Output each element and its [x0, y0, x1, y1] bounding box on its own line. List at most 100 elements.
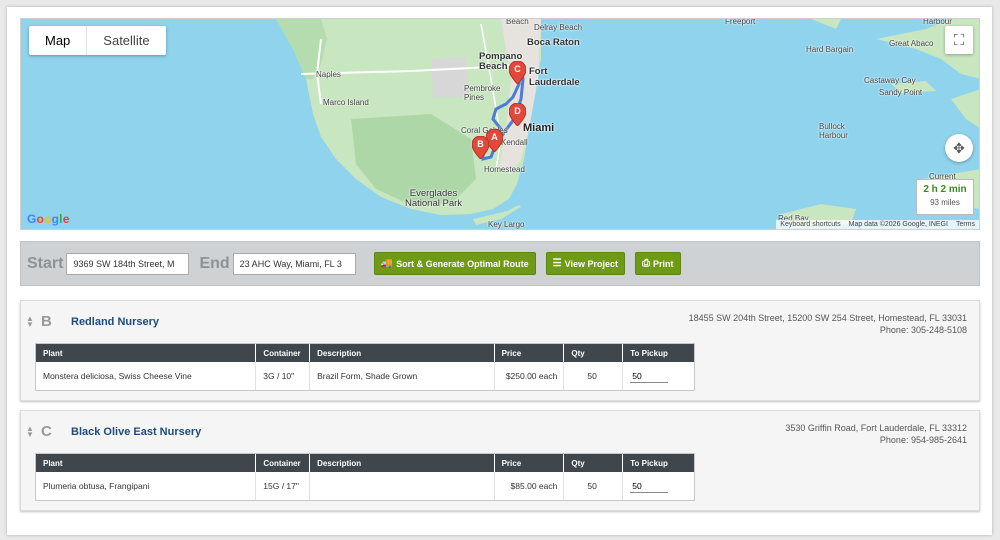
fullscreen-button[interactable]: ⛶ — [945, 26, 973, 54]
truck-icon: 🚚 — [380, 258, 394, 269]
drag-handle-icon[interactable]: ▲ ▼ — [25, 424, 35, 438]
place-great-abaco: Great Abaco — [889, 39, 934, 48]
col-pickup: To Pickup — [630, 458, 668, 468]
place-kendall: Kendall — [501, 138, 528, 147]
col-description: Description — [310, 344, 495, 362]
print-button-label: Print — [652, 258, 674, 269]
place-beach: Beach — [506, 18, 529, 26]
sort-button-label: Sort & Generate Optimal Route — [396, 258, 529, 269]
col-container: Container — [256, 454, 311, 472]
nursery-address-block: 18455 SW 204th Street, 15200 SW 254 Stre… — [689, 312, 967, 336]
col-qty: Qty — [564, 454, 624, 472]
map-marker-b[interactable]: B — [472, 136, 489, 159]
cell-price: $250.00 each — [495, 362, 565, 390]
nursery-header: ▲ ▼ B Redland Nursery — [25, 313, 159, 330]
list-icon: ☰ — [552, 258, 562, 269]
route-distance: 93 miles — [930, 198, 960, 207]
print-button[interactable]: ⎙ Print — [634, 252, 681, 275]
table-header: Plant Container Description Price Qty To… — [36, 344, 694, 362]
col-container: Container — [256, 344, 311, 362]
place-pembroke-pines: Pembroke Pines — [464, 84, 501, 102]
view-project-button[interactable]: ☰ View Project — [545, 252, 625, 275]
nursery-address: 3530 Griffin Road, Fort Lauderdale, FL 3… — [785, 423, 967, 433]
place-delray-beach: Delray Beach — [534, 23, 583, 32]
plant-table: Plant Container Description Price Qty To… — [35, 343, 695, 391]
start-label: Start — [27, 254, 64, 272]
cell-plant: Plumeria obtusa, Frangipani — [36, 472, 257, 500]
place-key-largo: Key Largo — [488, 220, 525, 229]
place-sandy-point: Sandy Point — [879, 88, 923, 97]
place-boca-raton: Boca Raton — [527, 37, 580, 48]
nursery-card: ▲ ▼ B Redland Nursery 18455 SW 204th Stre… — [20, 300, 980, 401]
nursery-header: ▲ ▼ C Black Olive East Nursery — [25, 423, 201, 440]
cell-plant: Monstera deliciosa, Swiss Cheese Vine — [36, 362, 257, 390]
plant-table: Plant Container Description Price Qty To… — [35, 453, 695, 501]
map-marker-d[interactable]: D — [509, 103, 526, 126]
map-type-map-tab[interactable]: Map — [29, 26, 88, 55]
marker-c-label: C — [514, 64, 521, 74]
col-qty: Qty — [564, 344, 624, 362]
route-map[interactable]: Map Satellite ⛶ ✥ 2 h 2 min 93 miles Nap… — [20, 18, 980, 230]
route-time: 2 h 2 min — [923, 184, 967, 195]
col-description: Description — [310, 454, 495, 472]
printer-icon: ⎙ — [641, 258, 650, 269]
route-toolbar: Start 9369 SW 184th Street, M End 23 AHC… — [20, 241, 980, 286]
nursery-name[interactable]: Black Olive East Nursery — [71, 426, 201, 438]
map-attribution: Keyboard shortcuts Map data ©2026 Google… — [776, 220, 979, 229]
nursery-letter: B — [41, 313, 52, 330]
start-address-input[interactable]: 9369 SW 184th Street, M — [66, 252, 190, 275]
place-miami: Miami — [523, 122, 555, 134]
terms-link[interactable]: Terms — [956, 221, 975, 228]
nursery-phone: Phone: 305-248-5108 — [879, 325, 967, 335]
cell-qty: 50 — [564, 362, 624, 390]
fullscreen-icon: ⛶ — [953, 31, 965, 49]
nursery-name[interactable]: Redland Nursery — [71, 316, 159, 328]
place-castaway-cay: Castaway Cay — [864, 76, 916, 85]
table-row: Plumeria obtusa, Frangipani 15G / 17" $8… — [36, 472, 694, 500]
end-address-input[interactable]: 23 AHC Way, Miami, FL 3 — [232, 252, 356, 275]
place-current: Current — [929, 172, 956, 181]
cell-qty: 50 — [564, 472, 624, 500]
col-price: Price — [495, 344, 565, 362]
place-bullock-harbour: Bullock Harbour — [819, 122, 848, 140]
google-logo[interactable]: Google — [27, 212, 70, 226]
pickup-quantity-input[interactable] — [630, 369, 669, 383]
place-freeport: Freeport — [725, 18, 756, 26]
place-marco-island: Marco Island — [323, 98, 369, 107]
view-button-label: View Project — [564, 258, 618, 269]
pickup-quantity-input[interactable] — [630, 479, 669, 493]
map-type-control: Map Satellite — [29, 26, 166, 55]
nursery-phone: Phone: 954-985-2641 — [879, 435, 967, 445]
camera-control-button[interactable]: ✥ — [945, 134, 973, 162]
place-hard-bargain: Hard Bargain — [806, 45, 854, 54]
table-header: Plant Container Description Price Qty To… — [36, 454, 694, 472]
map-type-satellite-tab[interactable]: Satellite — [87, 26, 165, 55]
nursery-address: 18455 SW 204th Street, 15200 SW 254 Stre… — [688, 313, 967, 323]
end-label: End — [199, 254, 230, 272]
cell-description — [310, 472, 495, 500]
sort-generate-route-button[interactable]: 🚚 Sort & Generate Optimal Route — [373, 252, 536, 275]
place-harbour: Harbour — [923, 18, 952, 26]
cell-price: $85.00 each — [495, 472, 565, 500]
route-summary: 2 h 2 min 93 miles — [916, 179, 974, 215]
camera-control-icon: ✥ — [953, 139, 965, 156]
col-plant: Plant — [36, 454, 257, 472]
nursery-card: ▲ ▼ C Black Olive East Nursery 3530 Griff… — [20, 410, 980, 511]
place-everglades: Everglades National Park — [404, 188, 463, 209]
place-homestead: Homestead — [484, 165, 525, 174]
place-naples: Naples — [316, 70, 341, 79]
page: Map Satellite ⛶ ✥ 2 h 2 min 93 miles Nap… — [7, 7, 992, 535]
marker-d-label: D — [514, 106, 521, 116]
drag-handle-icon[interactable]: ▲ ▼ — [25, 314, 35, 328]
cell-description: Brazil Form, Shade Grown — [310, 362, 495, 390]
marker-b-label: B — [477, 139, 484, 149]
map-marker-c[interactable]: C — [509, 61, 526, 84]
table-row: Monstera deliciosa, Swiss Cheese Vine 3G… — [36, 362, 694, 390]
keyboard-shortcuts-link[interactable]: Keyboard shortcuts — [780, 221, 840, 228]
nursery-letter: C — [41, 423, 52, 440]
col-plant: Plant — [36, 344, 257, 362]
col-pickup: To Pickup — [630, 348, 668, 358]
map-data-text: Map data ©2026 Google, INEGI — [848, 221, 948, 228]
cell-container: 15G / 17" — [256, 472, 311, 500]
cell-container: 3G / 10" — [256, 362, 311, 390]
